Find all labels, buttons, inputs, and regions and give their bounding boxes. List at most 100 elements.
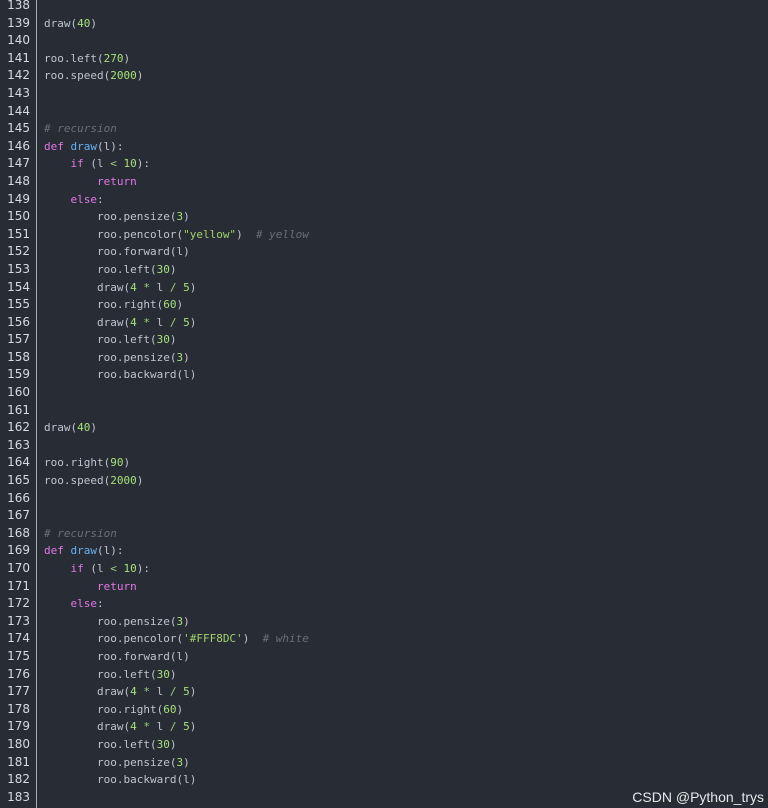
code-line[interactable]: 175 roo.forward(l): [0, 648, 768, 666]
code-line[interactable]: 145 # recursion: [0, 120, 768, 138]
code-line[interactable]: 166: [0, 490, 768, 508]
code-token: ): [189, 315, 197, 329]
code-text[interactable]: draw(40): [44, 419, 97, 437]
code-token: ): [189, 280, 197, 294]
code-token: *: [143, 720, 150, 734]
code-line[interactable]: 182 roo.backward(l): [0, 771, 768, 789]
code-text[interactable]: roo.pensize(3): [44, 754, 190, 772]
line-number: 148: [7, 173, 30, 188]
code-line[interactable]: 168 # recursion: [0, 525, 768, 543]
code-line[interactable]: 161: [0, 402, 768, 420]
code-text[interactable]: roo.pensize(3): [44, 208, 190, 226]
code-line[interactable]: 150 roo.pensize(3): [0, 208, 768, 226]
code-line[interactable]: 162 draw(40): [0, 419, 768, 437]
code-token: # yellow: [255, 227, 309, 241]
code-token: draw: [70, 544, 98, 558]
code-text[interactable]: # recursion: [44, 120, 117, 138]
code-line[interactable]: 139 draw(40): [0, 15, 768, 33]
code-line[interactable]: 159 roo.backward(l): [0, 366, 768, 384]
code-text[interactable]: def draw(l):: [44, 138, 124, 156]
code-token: l: [149, 280, 170, 294]
code-line[interactable]: 153 roo.left(30): [0, 261, 768, 279]
code-text[interactable]: else:: [44, 191, 104, 209]
code-line[interactable]: 176 roo.left(30): [0, 666, 768, 684]
code-text[interactable]: draw(4 * l / 5): [44, 683, 196, 701]
code-text[interactable]: roo.pensize(3): [44, 349, 190, 367]
line-number: 168: [7, 525, 30, 540]
code-text[interactable]: return: [44, 578, 137, 596]
code-text[interactable]: roo.right(90): [44, 454, 130, 472]
code-line[interactable]: 179 draw(4 * l / 5): [0, 718, 768, 736]
code-line[interactable]: 146 def draw(l):: [0, 138, 768, 156]
code-line[interactable]: 144: [0, 103, 768, 121]
code-token: ): [183, 210, 190, 224]
code-line[interactable]: 148 return: [0, 173, 768, 191]
line-number: 169: [7, 543, 30, 558]
code-line[interactable]: 181 roo.pensize(3): [0, 754, 768, 772]
code-line[interactable]: 158 roo.pensize(3): [0, 349, 768, 367]
code-text[interactable]: roo.left(30): [44, 331, 177, 349]
code-line[interactable]: 178 roo.right(60): [0, 701, 768, 719]
code-text[interactable]: # recursion: [44, 525, 117, 543]
code-line[interactable]: 173 roo.pensize(3): [0, 613, 768, 631]
code-text[interactable]: if (l < 10):: [44, 560, 151, 578]
code-text[interactable]: roo.pencolor("yellow") # yellow: [44, 226, 309, 244]
csdn-watermark: CSDN @Python_trys: [632, 789, 764, 805]
code-line[interactable]: 170 if (l < 10):: [0, 560, 768, 578]
code-text[interactable]: roo.left(30): [44, 261, 177, 279]
code-line[interactable]: 169 def draw(l):: [0, 542, 768, 560]
code-line[interactable]: 164 roo.right(90): [0, 454, 768, 472]
code-text[interactable]: if (l < 10):: [44, 155, 151, 173]
code-line[interactable]: 147 if (l < 10):: [0, 155, 768, 173]
code-text[interactable]: roo.pensize(3): [44, 613, 190, 631]
code-line[interactable]: 149 else:: [0, 191, 768, 209]
code-token: draw(: [44, 421, 78, 435]
code-text[interactable]: roo.left(30): [44, 666, 177, 684]
code-text[interactable]: roo.pencolor('#FFF8DC') # white: [44, 630, 309, 648]
code-line[interactable]: 151 roo.pencolor("yellow") # yellow: [0, 226, 768, 244]
code-line[interactable]: 155 roo.right(60): [0, 296, 768, 314]
code-text[interactable]: roo.speed(2000): [44, 67, 143, 85]
code-line[interactable]: 171 return: [0, 578, 768, 596]
code-line[interactable]: 152 roo.forward(l): [0, 243, 768, 261]
code-text[interactable]: draw(4 * l / 5): [44, 279, 196, 297]
code-line[interactable]: 143: [0, 85, 768, 103]
code-lines[interactable]: 138 139 draw(40) 140 141 roo.left(270) 142 roo.…: [0, 0, 768, 806]
code-text[interactable]: roo.left(30): [44, 736, 177, 754]
code-line[interactable]: 160: [0, 384, 768, 402]
code-text[interactable]: else:: [44, 595, 104, 613]
code-text[interactable]: roo.backward(l): [44, 771, 196, 789]
code-line[interactable]: 157 roo.left(30): [0, 331, 768, 349]
code-text[interactable]: roo.forward(l): [44, 243, 190, 261]
code-text[interactable]: roo.left(270): [44, 50, 130, 68]
code-line[interactable]: 172 else:: [0, 595, 768, 613]
code-text[interactable]: draw(4 * l / 5): [44, 314, 196, 332]
code-token: ): [169, 737, 177, 751]
code-text[interactable]: draw(4 * l / 5): [44, 718, 196, 736]
code-text[interactable]: roo.forward(l): [44, 648, 190, 666]
line-number: 156: [7, 314, 30, 329]
code-text[interactable]: draw(40): [44, 15, 97, 33]
code-line[interactable]: 165 roo.speed(2000): [0, 472, 768, 490]
code-editor[interactable]: 138 139 draw(40) 140 141 roo.left(270) 142 roo.…: [0, 0, 768, 808]
code-text[interactable]: roo.right(60): [44, 296, 183, 314]
code-text[interactable]: roo.backward(l): [44, 366, 196, 384]
code-text[interactable]: return: [44, 173, 137, 191]
code-line[interactable]: 154 draw(4 * l / 5): [0, 279, 768, 297]
code-line[interactable]: 140: [0, 32, 768, 50]
code-text[interactable]: def draw(l):: [44, 542, 124, 560]
code-text[interactable]: roo.right(60): [44, 701, 183, 719]
code-text[interactable]: roo.speed(2000): [44, 472, 143, 490]
code-token: ):: [136, 157, 150, 171]
code-line[interactable]: 142 roo.speed(2000): [0, 67, 768, 85]
code-line[interactable]: 174 roo.pencolor('#FFF8DC') # white: [0, 630, 768, 648]
code-line[interactable]: 141 roo.left(270): [0, 50, 768, 68]
code-line[interactable]: 177 draw(4 * l / 5): [0, 683, 768, 701]
code-line[interactable]: 163: [0, 437, 768, 455]
code-line[interactable]: 180 roo.left(30): [0, 736, 768, 754]
line-number: 160: [7, 385, 30, 400]
line-number: 144: [7, 103, 30, 118]
code-line[interactable]: 138: [0, 0, 768, 15]
code-line[interactable]: 156 draw(4 * l / 5): [0, 314, 768, 332]
code-line[interactable]: 167: [0, 507, 768, 525]
